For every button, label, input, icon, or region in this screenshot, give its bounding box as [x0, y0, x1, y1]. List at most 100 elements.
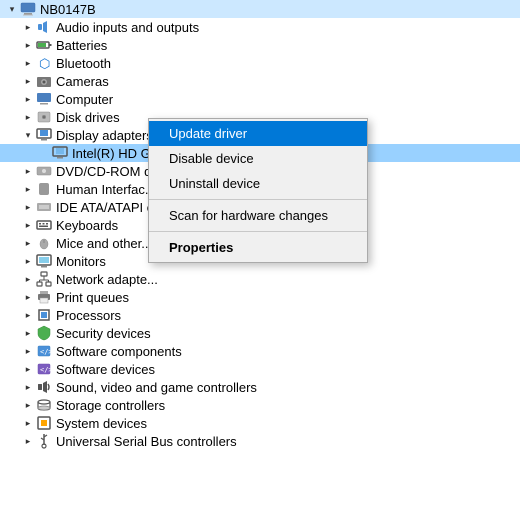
tree-item-network[interactable]: Network adapte...	[0, 270, 520, 288]
context-menu-item-scan-hardware[interactable]: Scan for hardware changes	[149, 203, 367, 228]
chevron-sound	[20, 379, 36, 395]
hid-icon	[36, 181, 52, 197]
label-disk: Disk drives	[56, 110, 120, 125]
tree-item-security[interactable]: Security devices	[0, 324, 520, 342]
label-system: System devices	[56, 416, 147, 431]
context-menu-item-update-driver[interactable]: Update driver	[149, 121, 367, 146]
camera-icon	[36, 73, 52, 89]
label-network: Network adapte...	[56, 272, 158, 287]
chevron-human	[20, 181, 36, 197]
label-batteries: Batteries	[56, 38, 107, 53]
mouse-icon	[36, 235, 52, 251]
label-usb: Universal Serial Bus controllers	[56, 434, 237, 449]
label-software-dev: Software devices	[56, 362, 155, 377]
display-icon	[36, 127, 52, 143]
dvd-icon	[36, 163, 52, 179]
chevron-usb	[20, 433, 36, 449]
root-chevron	[4, 1, 20, 17]
context-menu-separator	[149, 231, 367, 232]
tree-item-cameras[interactable]: Cameras	[0, 72, 520, 90]
audio-icon	[36, 19, 52, 35]
storage-icon	[36, 397, 52, 413]
chevron-dvd	[20, 163, 36, 179]
label-human: Human Interfac...	[56, 182, 156, 197]
context-menu-separator	[149, 199, 367, 200]
label-security: Security devices	[56, 326, 151, 341]
context-menu-item-uninstall-device[interactable]: Uninstall device	[149, 171, 367, 196]
chevron-cameras	[20, 73, 36, 89]
chevron-security	[20, 325, 36, 341]
tree-item-print[interactable]: Print queues	[0, 288, 520, 306]
printer-icon	[36, 289, 52, 305]
label-processors: Processors	[56, 308, 121, 323]
chevron-bluetooth	[20, 55, 36, 71]
chevron-system	[20, 415, 36, 431]
label-bluetooth: Bluetooth	[56, 56, 111, 71]
context-menu: Update driverDisable deviceUninstall dev…	[148, 118, 368, 263]
label-monitors: Monitors	[56, 254, 106, 269]
chevron-ide	[20, 199, 36, 215]
root-label: NB0147B	[40, 2, 96, 17]
tree-root[interactable]: NB0147B	[0, 0, 520, 18]
svg-text:⬡: ⬡	[39, 56, 50, 71]
chevron-software-dev	[20, 361, 36, 377]
tree-item-computer[interactable]: Computer	[0, 90, 520, 108]
chevron-audio	[20, 19, 36, 35]
tree-item-software-dev[interactable]: </> Software devices	[0, 360, 520, 378]
context-menu-item-properties[interactable]: Properties	[149, 235, 367, 260]
bluetooth-icon: ⬡	[36, 55, 52, 71]
sound-icon	[36, 379, 52, 395]
disk-icon	[36, 109, 52, 125]
battery-icon	[36, 37, 52, 53]
tree-item-processors[interactable]: Processors	[0, 306, 520, 324]
tree-item-software-comp[interactable]: </> Software components	[0, 342, 520, 360]
keyboard-icon	[36, 217, 52, 233]
tree-item-storage[interactable]: Storage controllers	[0, 396, 520, 414]
label-cameras: Cameras	[56, 74, 109, 89]
svg-text:</>: </>	[40, 348, 52, 356]
tree-item-system[interactable]: System devices	[0, 414, 520, 432]
chevron-print	[20, 289, 36, 305]
label-print: Print queues	[56, 290, 129, 305]
tree-item-batteries[interactable]: Batteries	[0, 36, 520, 54]
label-sound: Sound, video and game controllers	[56, 380, 257, 395]
chevron-monitors	[20, 253, 36, 269]
chevron-network	[20, 271, 36, 287]
ide-icon	[36, 199, 52, 215]
label-dvd: DVD/CD-ROM d...	[56, 164, 162, 179]
network-icon	[36, 271, 52, 287]
chevron-batteries	[20, 37, 36, 53]
label-display: Display adapters	[56, 128, 153, 143]
tree-item-usb[interactable]: Universal Serial Bus controllers	[0, 432, 520, 450]
tree-item-audio[interactable]: Audio inputs and outputs	[0, 18, 520, 36]
chevron-storage	[20, 397, 36, 413]
security-icon	[36, 325, 52, 341]
label-computer: Computer	[56, 92, 113, 107]
chevron-keyboards	[20, 217, 36, 233]
software-icon: </>	[36, 343, 52, 359]
svg-text:</>: </>	[40, 366, 52, 374]
chevron-display	[20, 127, 36, 143]
chevron-disk	[20, 109, 36, 125]
label-software-comp: Software components	[56, 344, 182, 359]
monitor-icon	[36, 253, 52, 269]
display-item-icon	[52, 145, 68, 161]
context-menu-items: Update driverDisable deviceUninstall dev…	[149, 121, 367, 260]
context-menu-item-disable-device[interactable]: Disable device	[149, 146, 367, 171]
tree-item-sound[interactable]: Sound, video and game controllers	[0, 378, 520, 396]
label-audio: Audio inputs and outputs	[56, 20, 199, 35]
system-icon	[36, 415, 52, 431]
tree-item-bluetooth[interactable]: ⬡ Bluetooth	[0, 54, 520, 72]
chevron-processors	[20, 307, 36, 323]
processor-icon	[36, 307, 52, 323]
computer-icon	[20, 1, 36, 17]
chevron-mice	[20, 235, 36, 251]
software2-icon: </>	[36, 361, 52, 377]
computer-icon	[36, 91, 52, 107]
usb-icon	[36, 433, 52, 449]
chevron-software-comp	[20, 343, 36, 359]
label-keyboards: Keyboards	[56, 218, 118, 233]
label-storage: Storage controllers	[56, 398, 165, 413]
chevron-computer	[20, 91, 36, 107]
label-mice: Mice and other...	[56, 236, 152, 251]
